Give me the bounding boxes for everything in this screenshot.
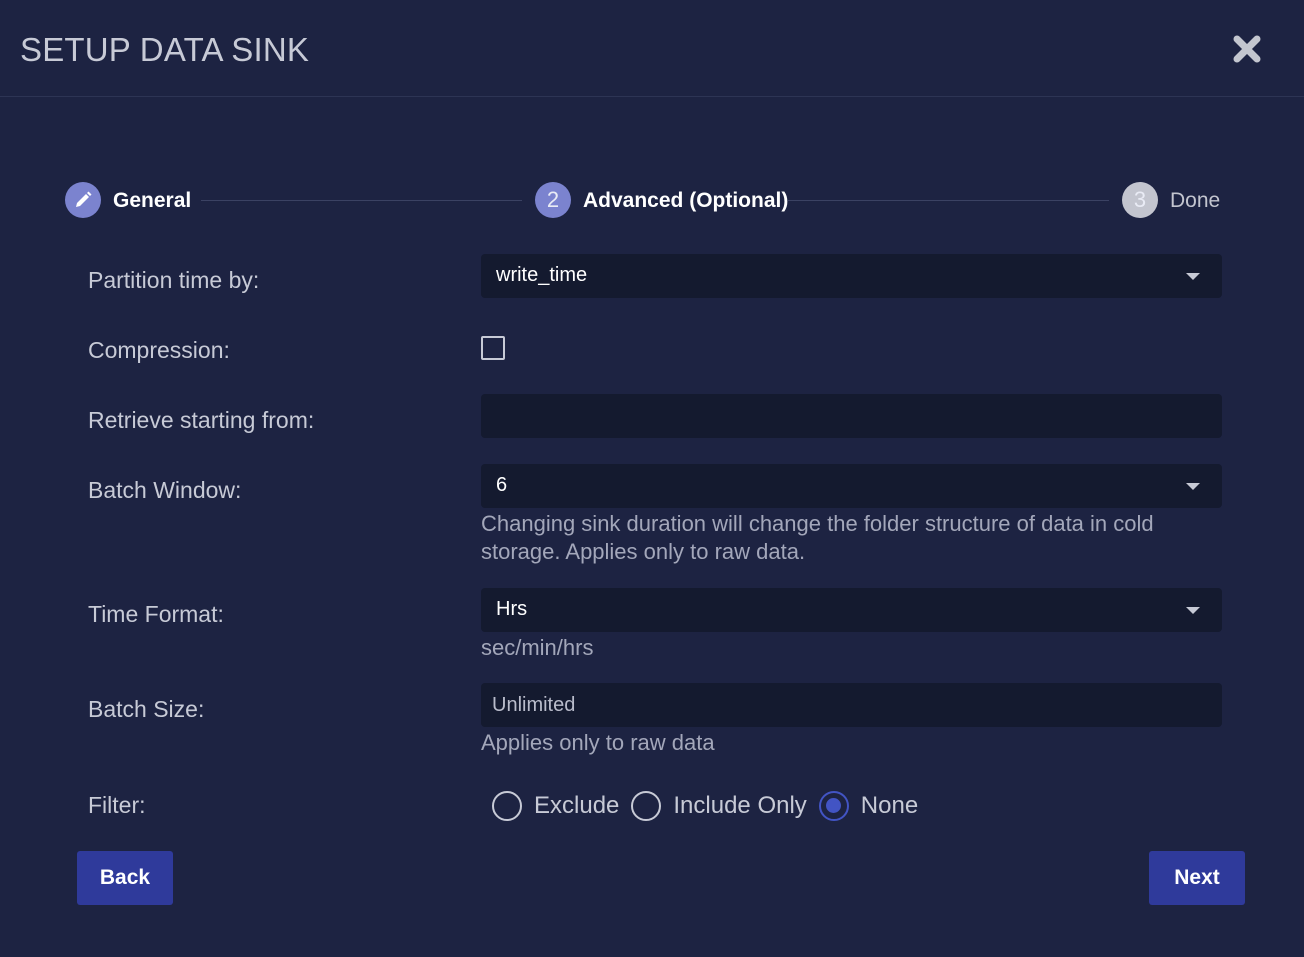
filter-radio-include-only[interactable] <box>631 791 662 821</box>
batch-size-field <box>481 683 1222 727</box>
retrieve-starting-label: Retrieve starting from: <box>88 407 315 433</box>
step-3-circle: 3 <box>1122 182 1158 218</box>
partition-time-select[interactable]: write_time <box>481 254 1222 298</box>
filter-radio-none[interactable] <box>818 791 849 821</box>
step-1-circle <box>65 182 101 218</box>
batch-window-helper: Changing sink duration will change the f… <box>481 511 1154 564</box>
compression-checkbox[interactable] <box>481 336 505 360</box>
close-icon <box>1233 35 1261 63</box>
compression-label: Compression: <box>88 337 230 363</box>
setup-data-sink-dialog: SETUP DATA SINK General 2 Advanced (Opti… <box>0 0 1304 957</box>
filter-option-include-only-label[interactable]: Include Only <box>673 792 806 820</box>
chevron-down-icon <box>1186 607 1200 614</box>
step-1-label[interactable]: General <box>113 189 191 213</box>
batch-size-helper: Applies only to raw data <box>481 730 715 755</box>
step-connector-2 <box>788 200 1109 201</box>
partition-time-value: write_time <box>496 264 588 286</box>
retrieve-starting-input[interactable] <box>481 394 1222 438</box>
stepper: General 2 Advanced (Optional) 3 Done <box>0 180 1304 222</box>
back-button[interactable]: Back <box>77 851 173 905</box>
batch-window-value: 6 <box>496 474 508 496</box>
dialog-title: SETUP DATA SINK <box>20 31 310 68</box>
batch-size-label: Batch Size: <box>88 696 205 722</box>
pencil-icon <box>76 191 92 207</box>
dialog-header: SETUP DATA SINK <box>0 0 1304 97</box>
filter-label: Filter: <box>88 792 146 818</box>
close-button[interactable] <box>1230 32 1264 66</box>
step-connector-1 <box>201 200 522 201</box>
time-format-helper: sec/min/hrs <box>481 635 594 660</box>
filter-radio-exclude[interactable] <box>492 791 522 821</box>
next-button[interactable]: Next <box>1149 851 1245 905</box>
step-2-circle: 2 <box>535 182 571 218</box>
step-3-number: 3 <box>1133 187 1147 212</box>
filter-radio-group: Exclude Include Only None <box>492 790 930 822</box>
retrieve-starting-field <box>481 394 1222 438</box>
time-format-label: Time Format: <box>88 601 224 627</box>
filter-option-none-label[interactable]: None <box>861 792 918 820</box>
time-format-select[interactable]: Hrs <box>481 588 1222 632</box>
step-2-number: 2 <box>546 187 560 212</box>
step-2-label[interactable]: Advanced (Optional) <box>583 189 788 213</box>
filter-option-exclude-label[interactable]: Exclude <box>534 792 619 820</box>
chevron-down-icon <box>1186 273 1200 280</box>
partition-time-label: Partition time by: <box>88 267 260 293</box>
step-3-label[interactable]: Done <box>1170 189 1220 213</box>
batch-window-select[interactable]: 6 <box>481 464 1222 508</box>
time-format-value: Hrs <box>496 598 528 620</box>
chevron-down-icon <box>1186 483 1200 490</box>
batch-window-label: Batch Window: <box>88 477 242 503</box>
batch-size-input[interactable] <box>481 683 1222 727</box>
